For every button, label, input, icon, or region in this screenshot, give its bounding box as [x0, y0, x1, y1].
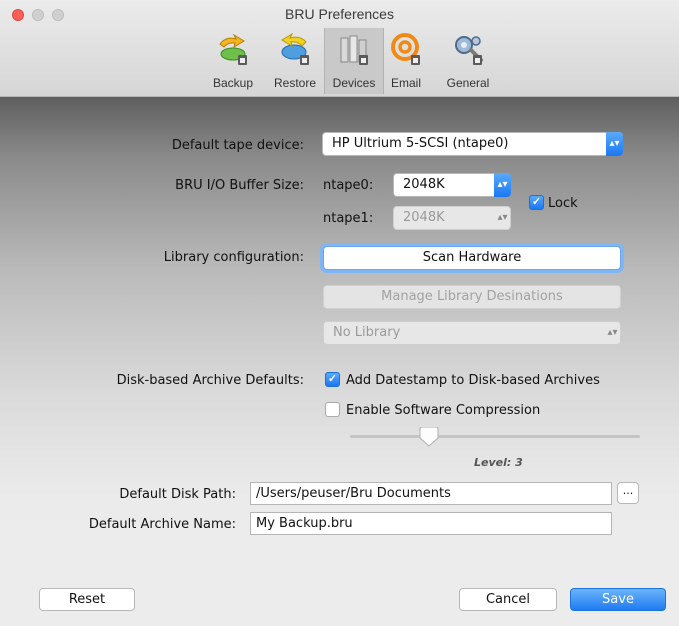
toolbar-label-general: General — [446, 76, 490, 90]
backup-icon — [219, 33, 247, 65]
toolbar-item-email[interactable]: Email — [386, 28, 426, 94]
toolbar: BRU Preferences Backup Restore Devices E… — [0, 0, 679, 97]
default-disk-path-label: Default Disk Path: — [119, 487, 236, 502]
manage-library-destinations-button[interactable]: Manage Library Desinations — [323, 285, 621, 309]
chevron-updown-icon: ▴▾ — [494, 173, 511, 197]
toolbar-item-general[interactable]: General — [441, 28, 495, 94]
default-archive-name-field[interactable]: My Backup.bru — [250, 512, 612, 535]
devices-icon — [340, 35, 368, 65]
software-compression-label: Enable Software Compression — [346, 403, 541, 418]
ntape1-label: ntape1: — [323, 211, 374, 226]
library-select-value: No Library — [333, 325, 401, 340]
toolbar-label-backup: Backup — [212, 76, 254, 90]
toolbar-item-backup[interactable]: Backup — [207, 28, 259, 94]
lock-label: Lock — [548, 196, 578, 211]
chevron-updown-icon: ▴▾ — [607, 327, 618, 338]
preferences-window: BRU Preferences Backup Restore Devices E… — [0, 0, 679, 626]
toolbar-item-devices[interactable]: Devices — [324, 28, 384, 94]
browse-disk-path-button[interactable]: ... — [617, 482, 639, 504]
lock-checkbox[interactable]: ✓ — [529, 195, 544, 210]
email-icon — [391, 33, 420, 65]
toolbar-item-restore[interactable]: Restore — [268, 28, 322, 94]
default-tape-label: Default tape device: — [171, 138, 304, 153]
buffer-size-label: BRU I/O Buffer Size: — [175, 178, 304, 193]
default-tape-select[interactable]: HP Ultrium 5-SCSI (ntape0) ▴▾ — [322, 132, 623, 156]
default-archive-name-label: Default Archive Name: — [88, 517, 236, 532]
default-disk-path-field[interactable]: /Users/peuser/Bru Documents — [250, 482, 612, 505]
compression-level-track[interactable] — [350, 435, 640, 438]
general-icon — [455, 36, 483, 65]
ntape1-buffer-value: 2048K — [403, 210, 445, 225]
toolbar-label-restore: Restore — [273, 76, 317, 90]
ntape0-buffer-value: 2048K — [403, 177, 445, 192]
library-select[interactable]: No Library ▴▾ — [323, 321, 621, 345]
disk-archive-defaults-label: Disk-based Archive Defaults: — [116, 373, 304, 388]
compression-level-text: Level: 3 — [474, 456, 523, 469]
datestamp-label: Add Datestamp to Disk-based Archives — [346, 373, 600, 388]
restore-icon — [281, 32, 309, 65]
ntape0-buffer-select[interactable]: 2048K ▴▾ — [393, 173, 511, 197]
ntape1-buffer-select[interactable]: 2048K ▴▾ — [393, 206, 511, 230]
compression-level-slider-knob[interactable] — [418, 427, 440, 447]
save-button[interactable]: Save — [570, 588, 666, 611]
toolbar-label-devices: Devices — [332, 76, 376, 90]
datestamp-checkbox[interactable]: ✓ — [325, 372, 340, 387]
scan-hardware-button[interactable]: Scan Hardware — [323, 246, 621, 270]
reset-button[interactable]: Reset — [39, 588, 135, 611]
cancel-button[interactable]: Cancel — [459, 588, 557, 611]
window-title: BRU Preferences — [285, 6, 394, 22]
toolbar-label-email: Email — [390, 76, 421, 90]
chevron-updown-icon: ▴▾ — [497, 212, 508, 223]
ntape0-label: ntape0: — [323, 178, 374, 193]
library-config-label: Library configuration: — [163, 250, 304, 265]
chevron-updown-icon: ▴▾ — [606, 132, 623, 156]
software-compression-checkbox[interactable] — [325, 402, 340, 417]
default-tape-value: HP Ultrium 5-SCSI (ntape0) — [332, 136, 509, 151]
